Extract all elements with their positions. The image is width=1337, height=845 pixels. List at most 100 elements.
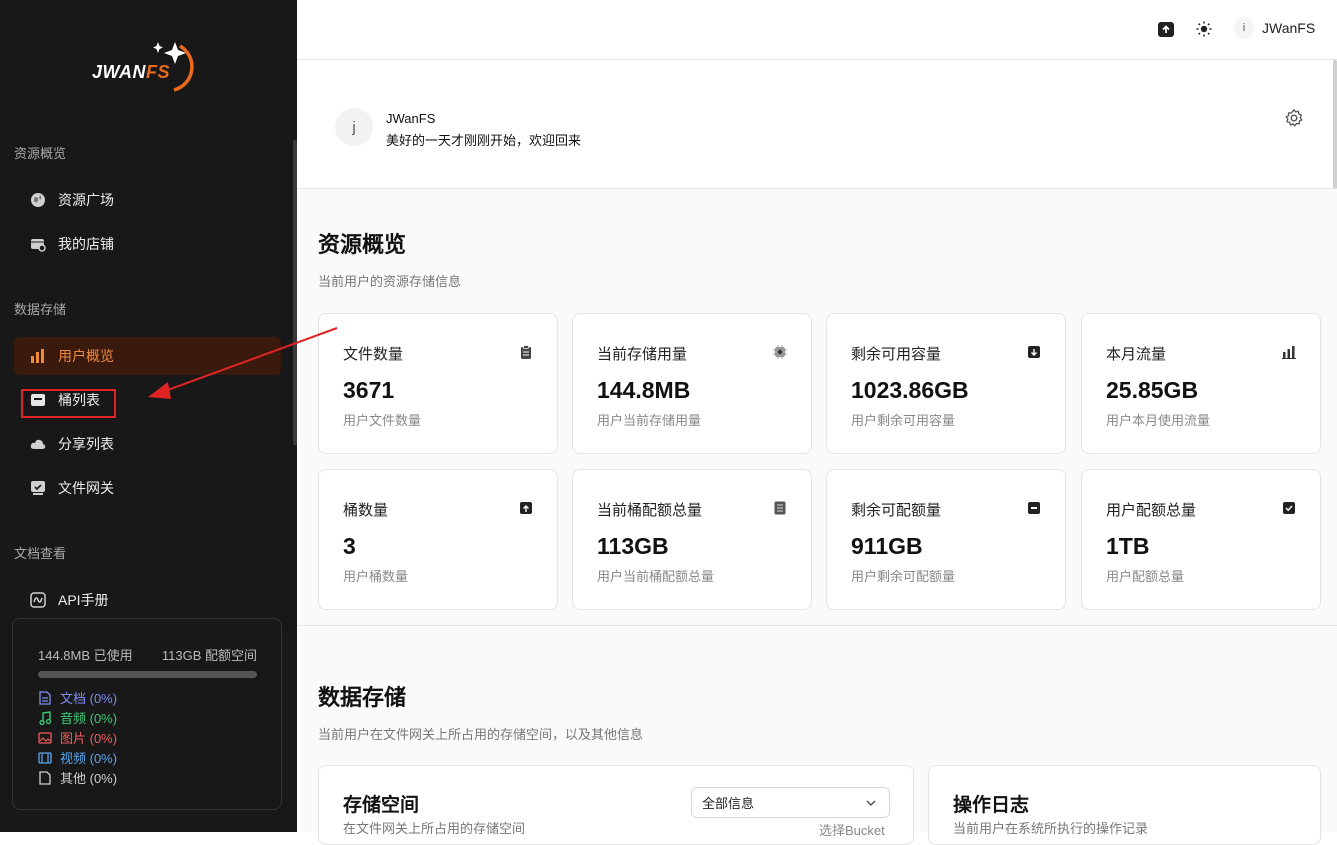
card-value: 25.85GB — [1106, 377, 1199, 403]
bar-chart-icon — [1282, 345, 1296, 359]
card-desc: 用户剩余可配额量 — [851, 569, 956, 584]
document-icon — [38, 690, 52, 705]
user-name[interactable]: JWanFS — [1262, 20, 1315, 36]
storage-category-video: 视频 (0%) — [38, 748, 117, 767]
card-title: 文件数量 — [343, 346, 404, 363]
storage-quota: 113GB 配额空间 — [161, 648, 257, 663]
sidebar-item-label: 我的店铺 — [58, 236, 114, 252]
sidebar-item-label: API手册 — [58, 592, 109, 608]
card-desc: 用户文件数量 — [343, 413, 422, 428]
card-value: 144.8MB — [597, 377, 691, 403]
storage-usage-card: 144.8MB 已使用 113GB 配额空间 文档 (0%) 音频 (0%) 图… — [12, 618, 282, 810]
card-title: 用户配额总量 — [1106, 502, 1197, 519]
image-icon — [38, 731, 52, 745]
welcome-message: 美好的一天才刚刚开始，欢迎回来 — [386, 133, 582, 148]
card-value: 1023.86GB — [851, 377, 969, 403]
section-divider — [297, 625, 1337, 626]
avatar[interactable]: i — [1234, 17, 1254, 39]
archive-check-icon — [1282, 501, 1296, 515]
card-desc: 用户桶数量 — [343, 569, 409, 584]
welcome-panel: j JWanFS 美好的一天才刚刚开始，欢迎回来 — [297, 60, 1337, 189]
logo[interactable]: JWANFS — [92, 36, 212, 96]
chevron-down-icon — [865, 797, 877, 809]
card-title: 剩余可配额量 — [851, 502, 942, 519]
storage-category-label: 文档 (0%) — [60, 691, 118, 706]
clipboard-icon — [519, 345, 533, 359]
storage-progress-bar — [38, 671, 257, 678]
section-title-docs: 文档查看 — [14, 546, 67, 561]
section-subtitle: 当前用户在文件网关上所占用的存储空间，以及其他信息 — [318, 727, 644, 742]
card-value: 3 — [343, 533, 356, 559]
gateway-icon — [30, 480, 46, 496]
gear-icon[interactable] — [1284, 108, 1304, 128]
card-value: 3671 — [343, 377, 395, 403]
select-value: 全部信息 — [702, 796, 755, 811]
sidebar-item-file-gateway[interactable]: 文件网关 — [14, 469, 281, 507]
storage-category-audio: 音频 (0%) — [38, 708, 117, 727]
card-title: 操作日志 — [953, 795, 1030, 816]
card-desc: 用户当前桶配额总量 — [597, 569, 715, 584]
card-value: 1TB — [1106, 533, 1150, 559]
stat-card-remaining-quota: 剩余可配额量 911GB 用户剩余可配额量 — [826, 469, 1066, 610]
film-icon — [38, 751, 52, 765]
card-desc: 用户本月使用流量 — [1106, 413, 1211, 428]
archive-down-icon — [1027, 345, 1041, 359]
section-title-storage: 数据存储 — [318, 685, 407, 710]
page-title: 资源概览 — [318, 232, 407, 257]
card-title: 本月流量 — [1106, 346, 1167, 363]
storage-category-images: 图片 (0%) — [38, 728, 117, 747]
logo-text: JWANFS — [92, 62, 171, 82]
chip-icon — [773, 345, 787, 359]
storage-category-label: 视频 (0%) — [60, 751, 118, 766]
stat-card-monthly-traffic: 本月流量 25.85GB 用户本月使用流量 — [1081, 313, 1321, 454]
sidebar-item-share-list[interactable]: 分享列表 — [14, 425, 281, 463]
section-subtitle: 当前用户的资源存储信息 — [318, 274, 462, 289]
section-title-storage: 数据存储 — [14, 302, 67, 317]
storage-usage-header: 144.8MB 已使用 113GB 配额空间 — [38, 645, 257, 664]
sidebar-item-user-overview[interactable]: 用户概览 — [14, 337, 281, 375]
stat-card-user-quota-total: 用户配额总量 1TB 用户配额总量 — [1081, 469, 1321, 610]
sidebar-item-label: 用户概览 — [58, 348, 114, 364]
annotation-highlight-box — [21, 389, 116, 418]
bucket-select[interactable]: 全部信息 — [691, 787, 890, 818]
storage-category-other: 其他 (0%) — [38, 768, 117, 787]
select-hint: 选择Bucket — [819, 823, 885, 838]
card-title: 剩余可用容量 — [851, 346, 942, 363]
card-subtitle: 在文件网关上所占用的存储空间 — [343, 821, 526, 836]
storage-space-card: 存储空间 在文件网关上所占用的存储空间 全部信息 选择Bucket — [318, 765, 914, 845]
stat-card-remaining-capacity: 剩余可用容量 1023.86GB 用户剩余可用容量 — [826, 313, 1066, 454]
avatar: j — [335, 108, 373, 146]
upload-icon[interactable] — [1156, 19, 1176, 39]
sidebar-item-resource-square[interactable]: 资源广场 — [14, 181, 281, 219]
card-title: 当前桶配额总量 — [597, 502, 703, 519]
api-icon — [30, 592, 46, 608]
storage-category-label: 音频 (0%) — [60, 711, 118, 726]
card-desc: 用户配额总量 — [1106, 569, 1185, 584]
section-title-overview: 资源概览 — [14, 146, 67, 161]
sidebar-item-label: 文件网关 — [58, 480, 114, 496]
card-value: 911GB — [851, 533, 923, 559]
sidebar-item-my-store[interactable]: 我的店铺 — [14, 225, 281, 263]
sidebar-item-label: 分享列表 — [58, 436, 114, 452]
stat-card-storage-used: 当前存储用量 144.8MB 用户当前存储用量 — [572, 313, 812, 454]
box-icon — [1027, 501, 1041, 515]
archive-up-icon — [519, 501, 533, 515]
top-bar: i JWanFS — [297, 0, 1337, 60]
welcome-name: JWanFS — [386, 111, 436, 126]
store-icon — [30, 236, 46, 252]
storage-category-label: 其他 (0%) — [60, 771, 118, 786]
card-value: 113GB — [597, 533, 669, 559]
stat-card-bucket-count: 桶数量 3 用户桶数量 — [318, 469, 558, 610]
card-desc: 用户当前存储用量 — [597, 413, 702, 428]
storage-category-label: 图片 (0%) — [60, 731, 118, 746]
sidebar-item-api-manual[interactable]: API手册 — [14, 581, 281, 619]
music-icon — [38, 710, 52, 725]
sidebar-item-label: 资源广场 — [58, 192, 114, 208]
theme-toggle-sun-icon[interactable] — [1194, 19, 1214, 39]
card-title: 当前存储用量 — [597, 346, 688, 363]
bar-chart-icon — [30, 348, 46, 364]
stat-card-bucket-quota-total: 当前桶配额总量 113GB 用户当前桶配额总量 — [572, 469, 812, 610]
cloud-share-icon — [30, 436, 46, 452]
card-title: 存储空间 — [343, 795, 420, 816]
stat-card-file-count: 文件数量 3671 用户文件数量 — [318, 313, 558, 454]
